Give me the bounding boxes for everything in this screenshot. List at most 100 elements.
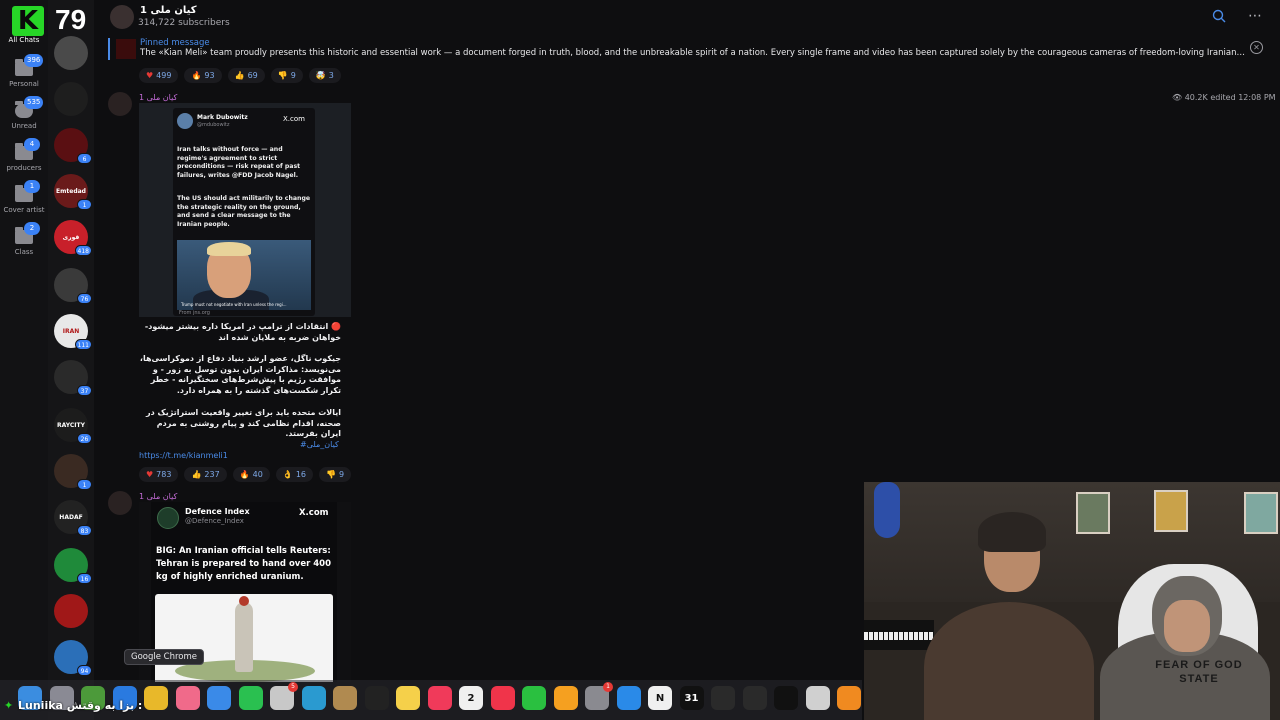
piano-keys: [864, 632, 934, 640]
hashtag-link[interactable]: #کیان_ملی: [300, 440, 339, 449]
person-left-beanie: [978, 512, 1046, 552]
mail-icon[interactable]: [207, 686, 231, 710]
reaction-chip[interactable]: 🔥 40: [232, 467, 270, 482]
tweet-card: Mark Dubowitz @mdubowitz X.com Iran talk…: [173, 108, 315, 316]
appletv-icon[interactable]: [364, 686, 389, 710]
folder-cover-artist[interactable]: 1 Cover artist: [0, 180, 48, 214]
folder-label: Unread: [11, 122, 37, 130]
reaction-chip[interactable]: 👍 237: [184, 467, 227, 482]
chat-avatar[interactable]: [54, 82, 88, 116]
chat-avatar[interactable]: [54, 36, 88, 70]
reaction-count: 93: [204, 71, 215, 80]
folder-unread[interactable]: 535 Unread: [0, 96, 48, 130]
reaction-count: 237: [204, 470, 220, 479]
telegram-window: K All Chats 396 Personal 535 Unread 4 pr…: [0, 0, 1280, 720]
chat-avatar[interactable]: 1: [54, 454, 92, 490]
chat-avatar[interactable]: 94: [54, 640, 92, 676]
reaction-count: 40: [252, 470, 263, 479]
notion-icon[interactable]: N: [648, 686, 672, 710]
archive-icon[interactable]: [333, 686, 357, 710]
notes-icon[interactable]: [396, 686, 420, 710]
unread-badge: 26: [77, 433, 92, 444]
folder-label: Cover artist: [3, 206, 45, 214]
dock-tooltip: Google Chrome: [124, 649, 205, 665]
folder-badge: 1: [24, 180, 40, 193]
wall-art: [1076, 492, 1110, 534]
pinned-message-bar[interactable]: Pinned message The «Kian Meli» team prou…: [108, 36, 1280, 62]
message-author[interactable]: کیان ملی 1: [139, 93, 177, 102]
folder-personal[interactable]: 396 Personal: [0, 54, 48, 88]
numbers-icon[interactable]: [522, 686, 546, 710]
reaction-chip[interactable]: 👌 16: [275, 467, 314, 482]
reaction-count: 499: [156, 71, 172, 80]
reaction-chip[interactable]: ♥ 499: [139, 68, 179, 83]
message-avatar[interactable]: [108, 92, 132, 116]
chat-avatar[interactable]: 6: [54, 128, 92, 164]
audio-app-icon[interactable]: [711, 686, 735, 710]
reaction-chip[interactable]: ♥ 783: [139, 467, 179, 482]
folder-class[interactable]: 2 Class: [0, 222, 48, 256]
message-avatar[interactable]: [108, 491, 132, 515]
pages-icon[interactable]: [553, 686, 578, 710]
unity-icon[interactable]: [774, 686, 798, 710]
unread-badge: 418: [74, 245, 92, 256]
chat-avatar[interactable]: HADAF 83: [54, 500, 92, 536]
news-icon[interactable]: [490, 686, 515, 710]
channel-link[interactable]: https://t.me/kianmeli1: [139, 451, 228, 460]
channel-title[interactable]: کیان ملی 1: [140, 5, 197, 16]
folder-label: Class: [14, 248, 34, 256]
chat-avatar[interactable]: 37: [54, 360, 92, 396]
close-icon[interactable]: ✕: [1250, 41, 1263, 54]
audio-app2-icon[interactable]: [742, 686, 767, 710]
reaction-chip[interactable]: 🤯 3: [308, 68, 341, 83]
reactions-row: ♥ 499 🔥 93 👍 69 👎 9 🤯 3: [139, 68, 341, 83]
reaction-chip[interactable]: 👎 9: [319, 467, 352, 482]
chrome-icon[interactable]: [144, 686, 168, 710]
chat-avatar[interactable]: قوری 418: [54, 220, 92, 256]
blender-icon[interactable]: [837, 686, 861, 710]
photos-icon[interactable]: [175, 686, 200, 710]
reaction-emoji-icon: 👌: [282, 470, 293, 479]
message-text: 🔴 انتقادات از ترامپ در امریکا داره بیشتر…: [144, 322, 341, 342]
photo-figure: [235, 602, 253, 672]
reaction-emoji-icon: 👎: [277, 71, 288, 80]
tweet-author-name: Defence Index: [185, 507, 250, 516]
tweet-photo: [155, 594, 333, 682]
avatar-image: [54, 594, 88, 628]
folder-producers[interactable]: 4 producers: [0, 138, 48, 172]
music-icon[interactable]: [427, 686, 452, 710]
chat-avatar[interactable]: IRAN 111: [54, 314, 92, 350]
chat-avatar[interactable]: RAYCITY 26: [54, 408, 92, 444]
chat-avatar[interactable]: Emtedad 1: [54, 174, 92, 210]
calendar-icon[interactable]: 2: [459, 686, 483, 710]
chat-avatar[interactable]: [54, 594, 88, 628]
sparkle-icon: ✦: [4, 699, 14, 712]
reaction-emoji-icon: ♥: [146, 470, 154, 479]
folder-all-chats[interactable]: All Chats: [0, 36, 48, 44]
folder-label: All Chats: [8, 36, 40, 44]
appstore-icon[interactable]: [616, 686, 641, 710]
folder-badge: 396: [24, 54, 44, 67]
tweet-media[interactable]: Mark Dubowitz @mdubowitz X.com Iran talk…: [139, 103, 351, 317]
reaction-chip[interactable]: 🔥 93: [184, 68, 222, 83]
avatar-image: [54, 82, 88, 116]
calendar31-icon[interactable]: 31: [679, 686, 704, 710]
more-menu-icon[interactable]: ⋯: [1248, 8, 1263, 24]
chat-avatar[interactable]: 16: [54, 548, 92, 584]
facetime-icon[interactable]: [238, 686, 263, 710]
view-count: 40.2K: [1184, 93, 1208, 102]
reaction-count: 69: [247, 71, 258, 80]
reaction-emoji-icon: 👎: [326, 470, 336, 479]
reaction-chip[interactable]: 👍 69: [227, 68, 265, 83]
chat-avatar[interactable]: 76: [54, 268, 92, 304]
utility-icon[interactable]: [805, 686, 830, 710]
channel-avatar[interactable]: [110, 5, 134, 29]
reaction-emoji-icon: 🤯: [315, 71, 326, 80]
tweet-paragraph: The US should act militarily to change t…: [177, 195, 311, 228]
subscriber-count: 314,722 subscribers: [138, 18, 230, 28]
search-icon[interactable]: [1212, 9, 1226, 23]
preview-icon[interactable]: [301, 686, 326, 710]
stream-ticker: Luniika بزا به وقتش :: [18, 699, 142, 712]
reaction-chip[interactable]: 👎 9: [270, 68, 303, 83]
message-author[interactable]: کیان ملی 1: [139, 492, 177, 501]
